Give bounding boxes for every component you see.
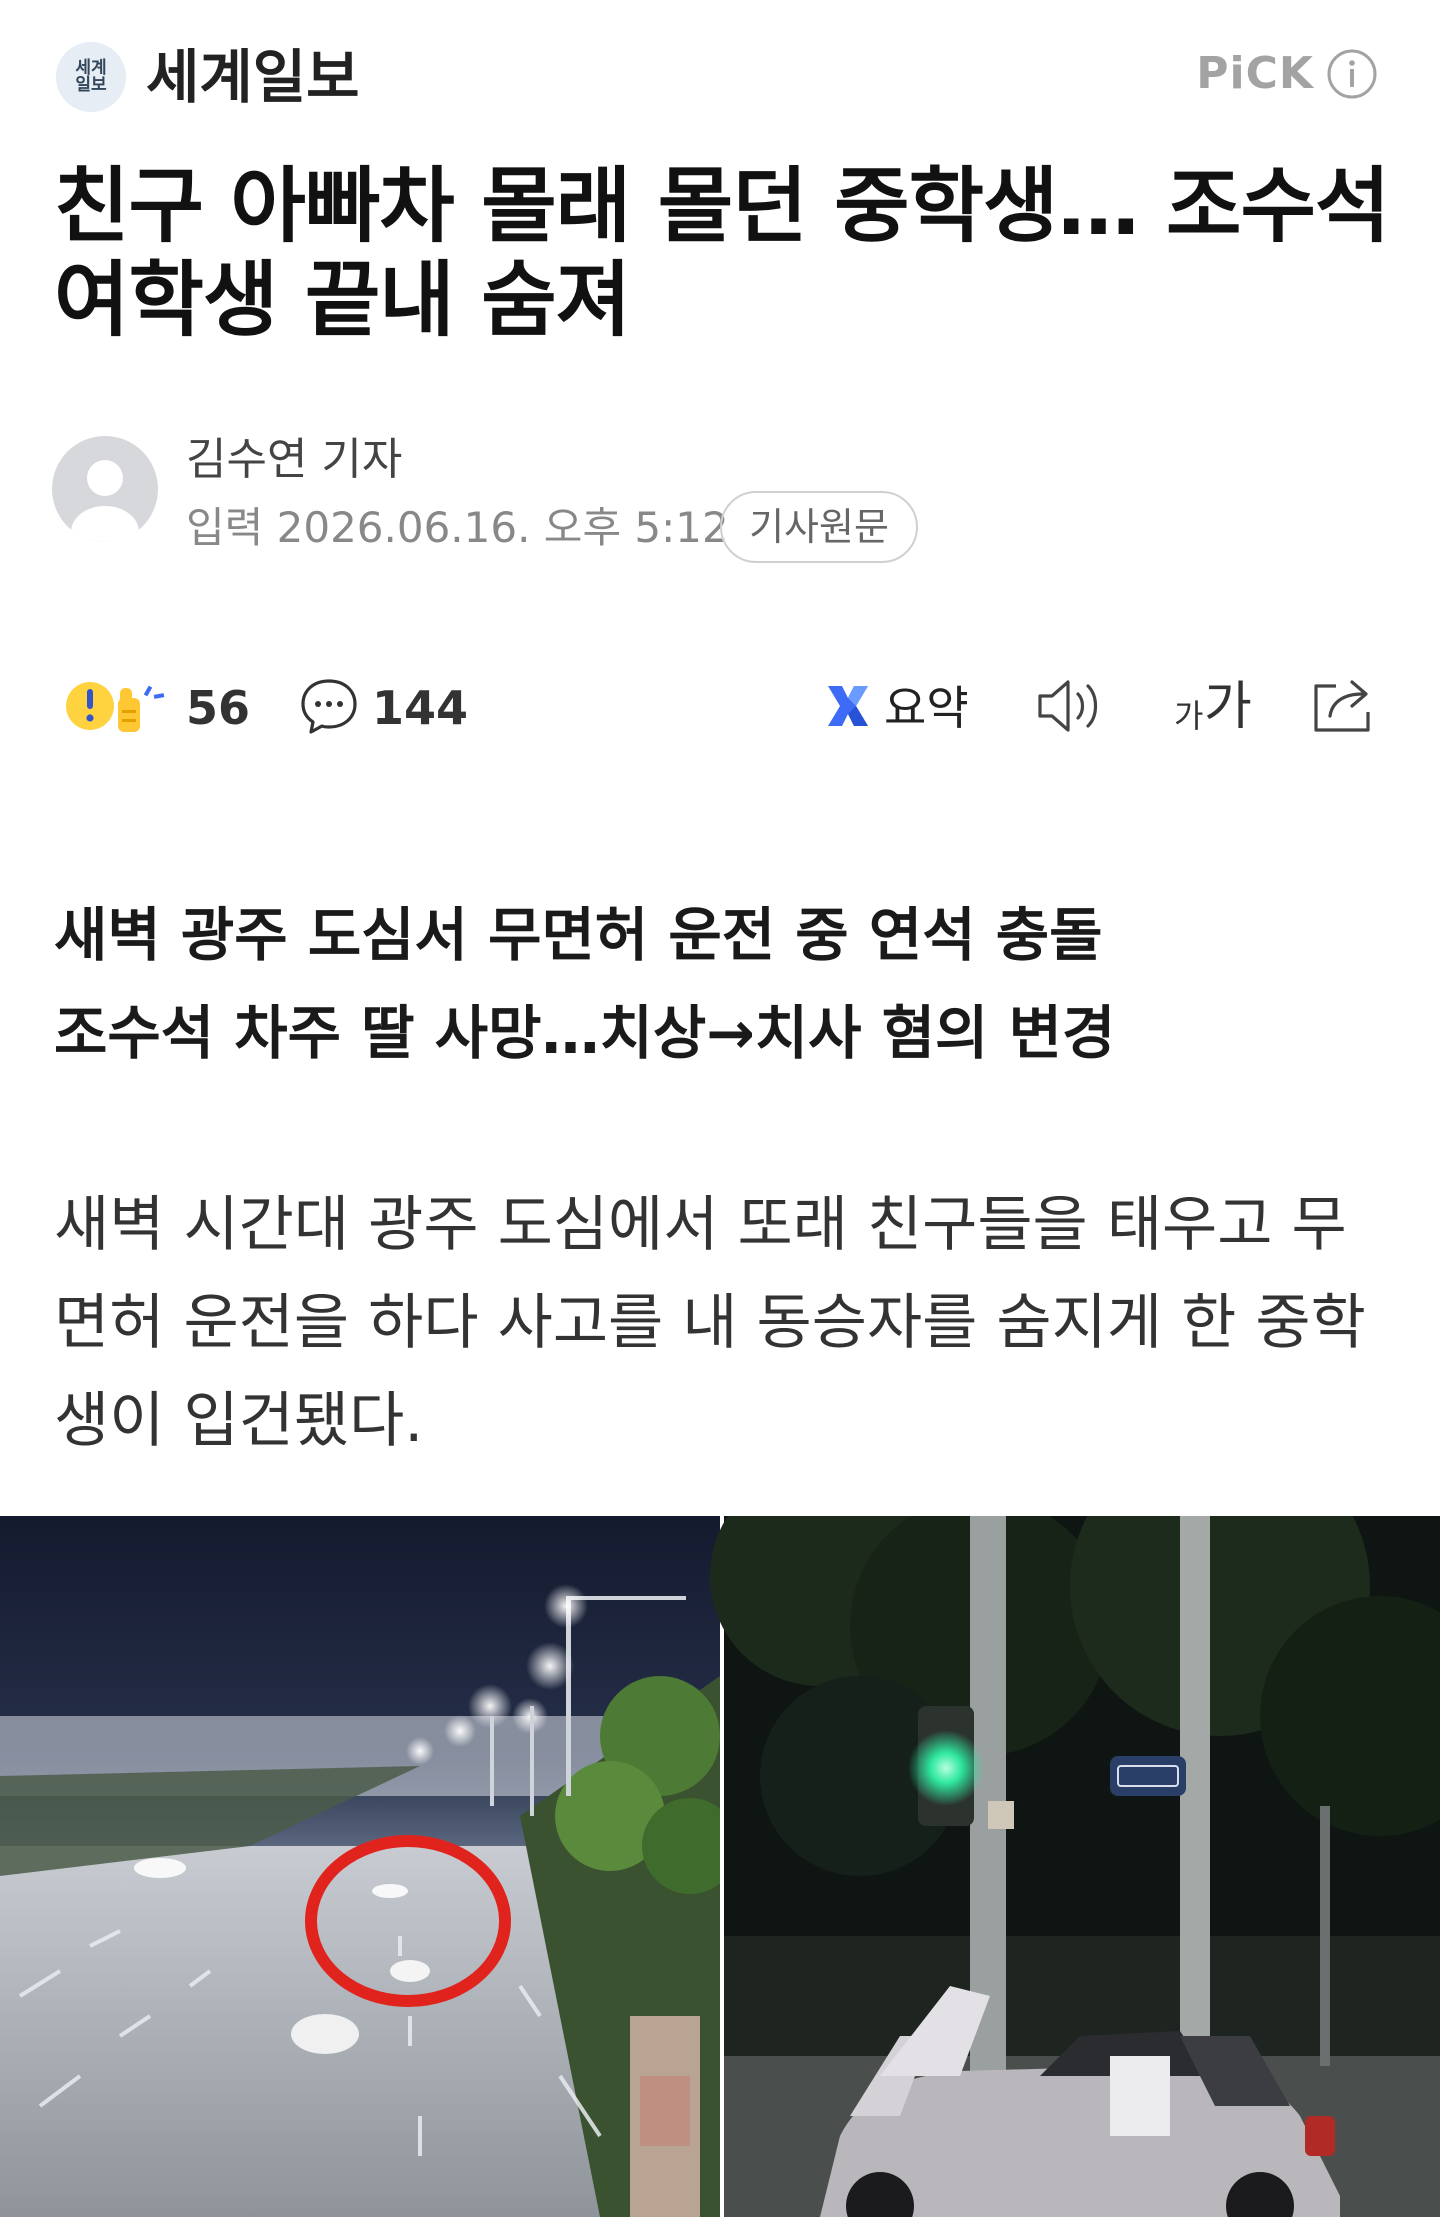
avatar-icon[interactable] xyxy=(52,436,158,542)
comment-icon[interactable] xyxy=(298,676,360,736)
summary-button[interactable]: 요약 xyxy=(884,680,969,736)
press-logo[interactable]: 세계 일보 xyxy=(56,42,126,112)
article-subheadline: 새벽 광주 도심서 무면허 운전 중 연석 충돌 조수석 차주 딸 사망…치상→… xyxy=(54,886,1394,1082)
pick-label[interactable]: PiCK xyxy=(1196,46,1314,102)
article-page: 세계 일보 세계일보 PiCK 친구 아빠차 몰래 몰던 중학생… 조수석 여학… xyxy=(0,0,1440,2217)
article-headline: 친구 아빠차 몰래 몰던 중학생… 조수석 여학생 끝내 숨져 xyxy=(54,159,1390,348)
original-article-button[interactable]: 기사원문 xyxy=(720,491,918,563)
publish-date: 입력 2026.06.16. 오후 5:12 xyxy=(186,503,729,552)
font-large-glyph: 가 xyxy=(1204,677,1252,737)
press-header: 세계 일보 세계일보 PiCK xyxy=(0,0,1440,150)
share-icon[interactable] xyxy=(1310,672,1378,736)
article-photo[interactable] xyxy=(0,1516,1440,2217)
press-name[interactable]: 세계일보 xyxy=(146,44,359,110)
subheadline-line-1: 새벽 광주 도심서 무면허 운전 중 연석 충돌 xyxy=(54,901,1103,969)
comment-count[interactable]: 144 xyxy=(372,680,468,736)
font-small-glyph: 가 xyxy=(1174,697,1204,735)
subheadline-line-2: 조수석 차주 딸 사망…치상→치사 혐의 변경 xyxy=(54,999,1116,1067)
reporter-name[interactable]: 김수연 기자 xyxy=(186,432,402,488)
summary-icon[interactable] xyxy=(822,680,874,732)
info-icon[interactable] xyxy=(1326,48,1378,100)
article-body: 새벽 시간대 광주 도심에서 또래 친구들을 태우고 무면허 운전을 하다 사고… xyxy=(54,1190,1366,1456)
article-photo-image xyxy=(0,1516,1440,2217)
font-size-button[interactable]: 가 가 xyxy=(1174,672,1254,738)
reaction-icon xyxy=(66,682,165,732)
reaction-count: 56 xyxy=(186,681,251,735)
speaker-icon[interactable] xyxy=(1034,676,1106,736)
